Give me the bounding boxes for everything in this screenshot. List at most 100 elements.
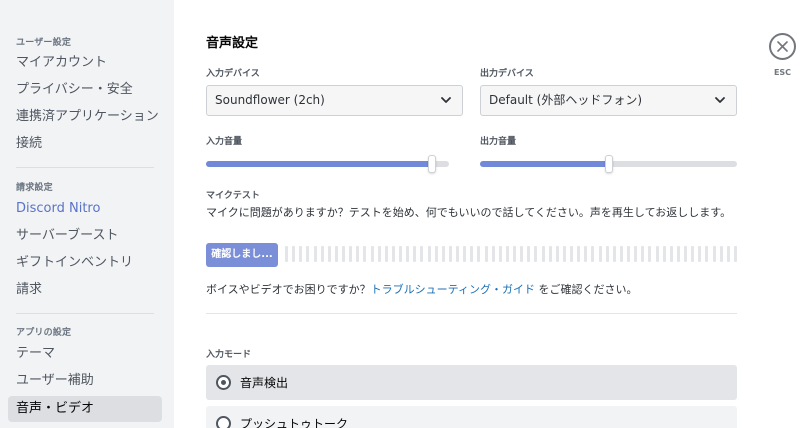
page-title: 音声設定 [206,36,259,51]
meter-bar [562,246,566,262]
meter-bar [612,246,616,262]
meter-bar [712,246,716,262]
output-device-select[interactable]: Default (外部ヘッドフォン) [480,85,737,116]
voice-settings-panel: 音声設定 入力デバイス 出力デバイス Soundflower (2ch) Def… [174,0,800,428]
meter-bar [541,246,545,262]
meter-bar [648,246,652,262]
sidebar-divider [16,313,154,314]
section-divider [206,313,737,314]
meter-bar [356,246,360,262]
mic-test-description: マイクに問題がありますか？テストを始め、何でもいいので話してください。声を再生し… [206,206,732,219]
meter-bar [434,246,438,262]
meter-bar [577,246,581,262]
meter-bar [619,246,623,262]
input-device-select[interactable]: Soundflower (2ch) [206,85,463,116]
input-device-value: Soundflower (2ch) [215,93,325,107]
meter-bar [285,246,288,262]
meter-bar [363,246,367,262]
meter-bar [370,246,374,262]
meter-bar [391,246,395,262]
meter-bar [627,246,630,262]
input-volume-fill [206,161,432,167]
meter-bar [605,246,609,262]
meter-bar [598,246,602,262]
meter-bar [384,246,388,262]
meter-bar [655,246,659,262]
billing-settings-header: 請求設定 [16,183,53,193]
meter-bar [669,246,673,262]
meter-bar [505,246,509,262]
sidebar-item-accessibility[interactable]: ユーザー補助 [8,368,162,394]
meter-bar [555,246,559,262]
sidebar-item-voice-video[interactable]: 音声・ビデオ [8,396,162,422]
sidebar-item-gift-inventory[interactable]: ギフトインベントリ [8,250,162,276]
meter-bar [456,246,459,262]
output-volume-fill [480,161,609,167]
radio-voice-activity[interactable]: 音声検出 [206,365,737,400]
meter-bar [320,246,324,262]
meter-bar [334,246,338,262]
input-mode-label: 入力モード [206,350,252,360]
meter-bar [420,246,424,262]
meter-bar [377,246,381,262]
meter-bar [548,246,552,262]
input-device-label: 入力デバイス [206,69,260,79]
meter-bar [448,246,452,262]
meter-bar [684,246,687,262]
meter-bar [527,246,531,262]
meter-bar [399,246,402,262]
sidebar-item-connections[interactable]: 接続 [8,131,162,157]
sidebar-item-theme[interactable]: テーマ [8,341,162,367]
meter-bar [641,246,645,262]
meter-bar [705,246,709,262]
radio-voice-activity-label: 音声検出 [240,376,289,390]
meter-bar [691,246,695,262]
sidebar-item-my-account[interactable]: マイアカウント [8,50,162,76]
meter-bar [591,246,595,262]
sidebar-item-server-boost[interactable]: サーバーブースト [8,223,162,249]
input-volume-slider[interactable] [206,155,449,173]
input-volume-handle[interactable] [428,155,436,173]
meter-bar [676,246,680,262]
meter-bar [470,246,474,262]
settings-sidebar: ユーザー設定 マイアカウント プライバシー・安全 連携済アプリケーション 接続 … [0,0,174,428]
sidebar-item-privacy-safety[interactable]: プライバシー・安全 [8,77,162,103]
output-volume-handle[interactable] [605,155,613,173]
close-icon [777,41,788,52]
meter-bar [719,246,723,262]
meter-bar [313,246,317,262]
meter-bar [342,246,345,262]
meter-bar [427,246,431,262]
meter-bar [534,246,538,262]
meter-bar [484,246,488,262]
meter-bar [498,246,502,262]
output-device-value: Default (外部ヘッドフォン) [489,93,643,107]
meter-bar [584,246,588,262]
meter-bar [349,246,353,262]
radio-unchecked-icon [216,416,231,428]
radio-push-to-talk[interactable]: プッシュトゥトーク [206,406,737,428]
mic-test-label: マイクテスト [206,191,260,201]
sidebar-item-billing[interactable]: 請求 [8,277,162,303]
app-settings-header: アプリの設定 [16,328,72,338]
meter-bar [292,246,296,262]
mic-test-button[interactable]: 確認しまし... [206,243,278,267]
close-settings-button[interactable] [769,33,796,60]
output-device-label: 出力デバイス [480,69,534,79]
meter-bar [634,246,638,262]
meter-bar [327,246,331,262]
sidebar-item-discord-nitro[interactable]: Discord Nitro [8,196,162,222]
input-volume-label: 入力音量 [206,137,243,147]
meter-bar [406,246,410,262]
radio-checked-icon [216,375,231,390]
troubleshooting-guide-link[interactable]: トラブルシューティング・ガイド [371,283,535,296]
meter-bar [306,246,310,262]
meter-bar [733,246,737,262]
user-settings-header: ユーザー設定 [16,38,72,48]
meter-bar [477,246,481,262]
meter-bar [299,246,303,262]
esc-hint: ESC [773,68,792,77]
output-volume-slider[interactable] [480,155,737,173]
sidebar-item-authorized-apps[interactable]: 連携済アプリケーション [8,104,162,130]
meter-bar [698,246,702,262]
